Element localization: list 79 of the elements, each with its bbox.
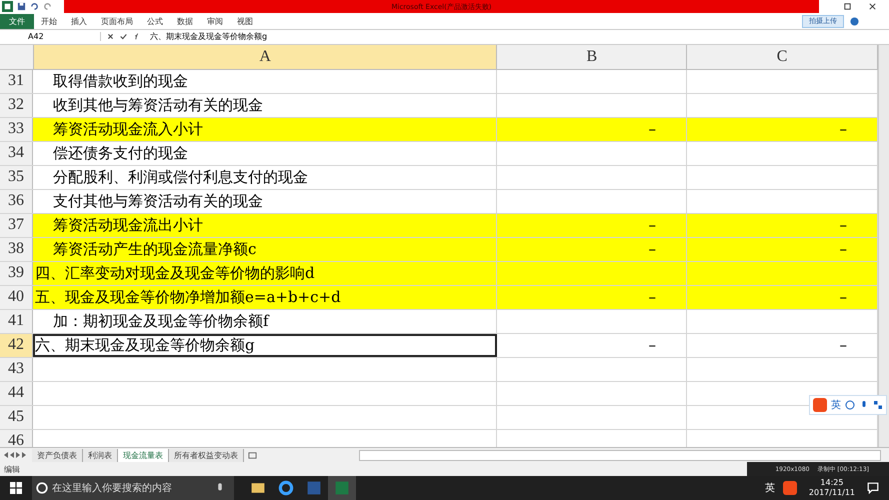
table-cell: – — [687, 118, 878, 141]
windows-icon[interactable] — [10, 482, 22, 494]
column-header[interactable]: A — [34, 44, 498, 69]
column-header[interactable]: B — [497, 44, 688, 69]
row-header[interactable]: 45 — [0, 406, 33, 429]
table-cell: 偿还债务支付的现金 — [33, 142, 497, 165]
table-cell: – — [687, 214, 878, 237]
sheet-tab[interactable]: 资产负债表 — [32, 448, 83, 462]
table-cell: – — [497, 118, 687, 141]
row-header[interactable]: 37 — [0, 214, 33, 237]
row-header[interactable]: 41 — [0, 310, 33, 333]
formula-field[interactable]: 六、期末现金及现金等价物余额g — [146, 31, 889, 42]
row-header[interactable]: 39 — [0, 262, 33, 285]
notification-icon[interactable] — [867, 482, 879, 494]
row-header[interactable]: 46 — [0, 430, 33, 448]
clock-time[interactable]: 14:25 — [820, 478, 844, 488]
ribbon-tab[interactable]: 开始 — [34, 14, 64, 29]
sheet-nav-icon[interactable] — [4, 452, 28, 458]
new-sheet-icon[interactable] — [248, 450, 257, 460]
sheet-tab[interactable]: 现金流量表 — [118, 448, 169, 462]
ribbon-tab[interactable]: 插入 — [64, 14, 94, 29]
row-header[interactable]: 33 — [0, 118, 33, 141]
sheet-tab[interactable]: 所有者权益变动表 — [169, 448, 244, 462]
row-header[interactable]: 32 — [0, 94, 33, 117]
help-icon[interactable] — [850, 16, 859, 26]
undo-icon[interactable] — [30, 2, 39, 12]
row-header[interactable]: 44 — [0, 382, 33, 405]
table-cell: 四、汇率变动对现金及现金等价物的影响d — [33, 262, 497, 285]
tray-language[interactable]: 英 — [764, 481, 775, 495]
table-cell: 筹资活动现金流入小计 — [33, 118, 497, 141]
row-header[interactable]: 31 — [0, 70, 33, 93]
redo-icon[interactable] — [43, 2, 52, 12]
table-cell: 加：期初现金及现金等价物余额f — [33, 310, 497, 333]
ime-logo-icon — [813, 398, 827, 412]
table-cell: 收到其他与筹资活动有关的现金 — [33, 94, 497, 117]
table-cell: 支付其他与筹资活动有关的现金 — [33, 190, 497, 213]
ribbon-tab[interactable]: 公式 — [140, 14, 170, 29]
table-cell: – — [497, 214, 687, 237]
table-cell: 筹资活动产生的现金流量净额c — [33, 238, 497, 261]
grid-icon[interactable] — [873, 400, 883, 410]
row-header[interactable]: 42 — [0, 334, 33, 357]
horizontal-scrollbar[interactable] — [359, 450, 881, 461]
ribbon-tab[interactable]: 页面布局 — [94, 14, 140, 29]
row-header[interactable]: 35 — [0, 166, 33, 189]
row-header[interactable]: 43 — [0, 358, 33, 381]
table-cell: – — [497, 334, 687, 357]
enter-icon[interactable] — [120, 33, 127, 40]
ribbon-tab[interactable]: 文件 — [0, 14, 34, 29]
table-cell: 六、期末现金及现金等价物余额g — [33, 334, 497, 357]
row-header[interactable]: 38 — [0, 238, 33, 261]
table-cell: – — [497, 286, 687, 309]
vertical-scrollbar[interactable] — [878, 44, 889, 448]
ribbon-tab[interactable]: 审阅 — [200, 14, 230, 29]
status-mode: 编辑 — [4, 464, 20, 474]
table-cell: – — [497, 238, 687, 261]
table-cell: 分配股利、利润或偿付利息支付的现金 — [33, 166, 497, 189]
table-cell: – — [687, 286, 878, 309]
ribbon-tab[interactable]: 视图 — [230, 14, 260, 29]
row-header[interactable]: 36 — [0, 190, 33, 213]
ribbon-tab[interactable]: 数据 — [170, 14, 200, 29]
name-box[interactable]: A42 — [0, 32, 101, 42]
search-field[interactable]: 在这里输入你要搜索的内容 — [32, 476, 234, 500]
restore-icon[interactable] — [843, 2, 852, 12]
sheet-tab[interactable]: 利润表 — [83, 448, 118, 462]
cortana-icon — [36, 482, 48, 494]
cancel-icon[interactable] — [107, 33, 114, 40]
smiley-icon[interactable] — [845, 400, 855, 410]
table-cell: – — [687, 238, 878, 261]
row-header[interactable]: 34 — [0, 142, 33, 165]
ime-language[interactable]: 英 — [831, 398, 841, 412]
close-icon[interactable] — [868, 2, 877, 12]
ime-logo-icon[interactable] — [782, 481, 797, 495]
row-header[interactable]: 40 — [0, 286, 33, 309]
clock-date[interactable]: 2017/11/11 — [808, 488, 855, 498]
table-cell: 筹资活动现金流出小计 — [33, 214, 497, 237]
save-icon[interactable] — [17, 2, 26, 12]
table-cell: 取得借款收到的现金 — [33, 70, 497, 93]
function-icon[interactable] — [133, 33, 140, 40]
table-cell: 五、现金及现金等价物净增加额e=a+b+c+d — [33, 286, 497, 309]
